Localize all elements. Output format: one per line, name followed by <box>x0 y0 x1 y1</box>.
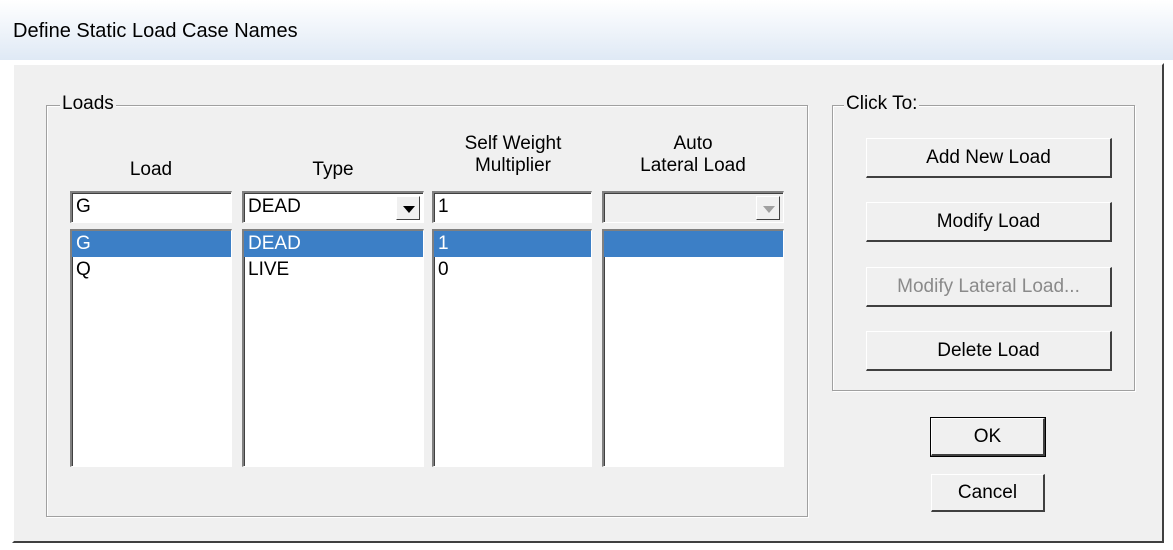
list-item[interactable] <box>604 231 783 257</box>
modify-lateral-load-button: Modify Lateral Load... <box>866 267 1112 307</box>
load-list[interactable]: G Q <box>70 229 232 467</box>
auto-lateral-select <box>602 191 784 223</box>
title-bar: Define Static Load Case Names <box>0 0 1173 60</box>
self-weight-input[interactable]: 1 <box>432 191 592 223</box>
loads-group-label: Loads <box>60 93 116 115</box>
list-item[interactable]: 1 <box>434 231 591 257</box>
column-header-load: Load <box>129 159 173 180</box>
delete-load-button[interactable]: Delete Load <box>866 331 1112 371</box>
type-list[interactable]: DEAD LIVE <box>242 229 424 467</box>
column-header-auto-lateral: Auto Lateral Load <box>602 133 784 177</box>
list-item[interactable]: DEAD <box>244 231 423 257</box>
list-item[interactable]: Q <box>72 257 231 283</box>
column-header-self-weight-line2: Multiplier <box>474 155 552 176</box>
column-header-auto-lateral-line1: Auto <box>673 133 713 154</box>
window-title: Define Static Load Case Names <box>13 20 298 42</box>
load-type-value: DEAD <box>248 196 301 217</box>
cancel-button[interactable]: Cancel <box>931 474 1045 512</box>
list-item[interactable]: 0 <box>434 257 591 283</box>
chevron-down-icon <box>763 206 775 213</box>
load-name-input[interactable]: G <box>70 191 232 223</box>
column-header-auto-lateral-line2: Lateral Load <box>640 155 746 176</box>
auto-lateral-dropdown-button <box>756 196 780 220</box>
load-type-select[interactable]: DEAD <box>242 191 424 223</box>
list-item[interactable] <box>604 257 783 283</box>
chevron-down-icon <box>403 206 415 213</box>
auto-lateral-list[interactable] <box>602 229 784 467</box>
list-item[interactable]: G <box>72 231 231 257</box>
load-type-dropdown-button[interactable] <box>396 196 420 220</box>
modify-load-button[interactable]: Modify Load <box>866 202 1112 242</box>
column-header-type: Type <box>312 159 354 180</box>
self-weight-list[interactable]: 1 0 <box>432 229 592 467</box>
dialog-body: Loads Load Type Self Weight Multiplier A… <box>12 63 1164 543</box>
click-to-group-label: Click To: <box>844 93 920 115</box>
add-new-load-button[interactable]: Add New Load <box>866 138 1112 178</box>
ok-button[interactable]: OK <box>930 417 1046 457</box>
column-header-self-weight-line1: Self Weight <box>464 133 562 154</box>
list-item[interactable]: LIVE <box>244 257 423 283</box>
column-header-self-weight: Self Weight Multiplier <box>432 133 594 177</box>
